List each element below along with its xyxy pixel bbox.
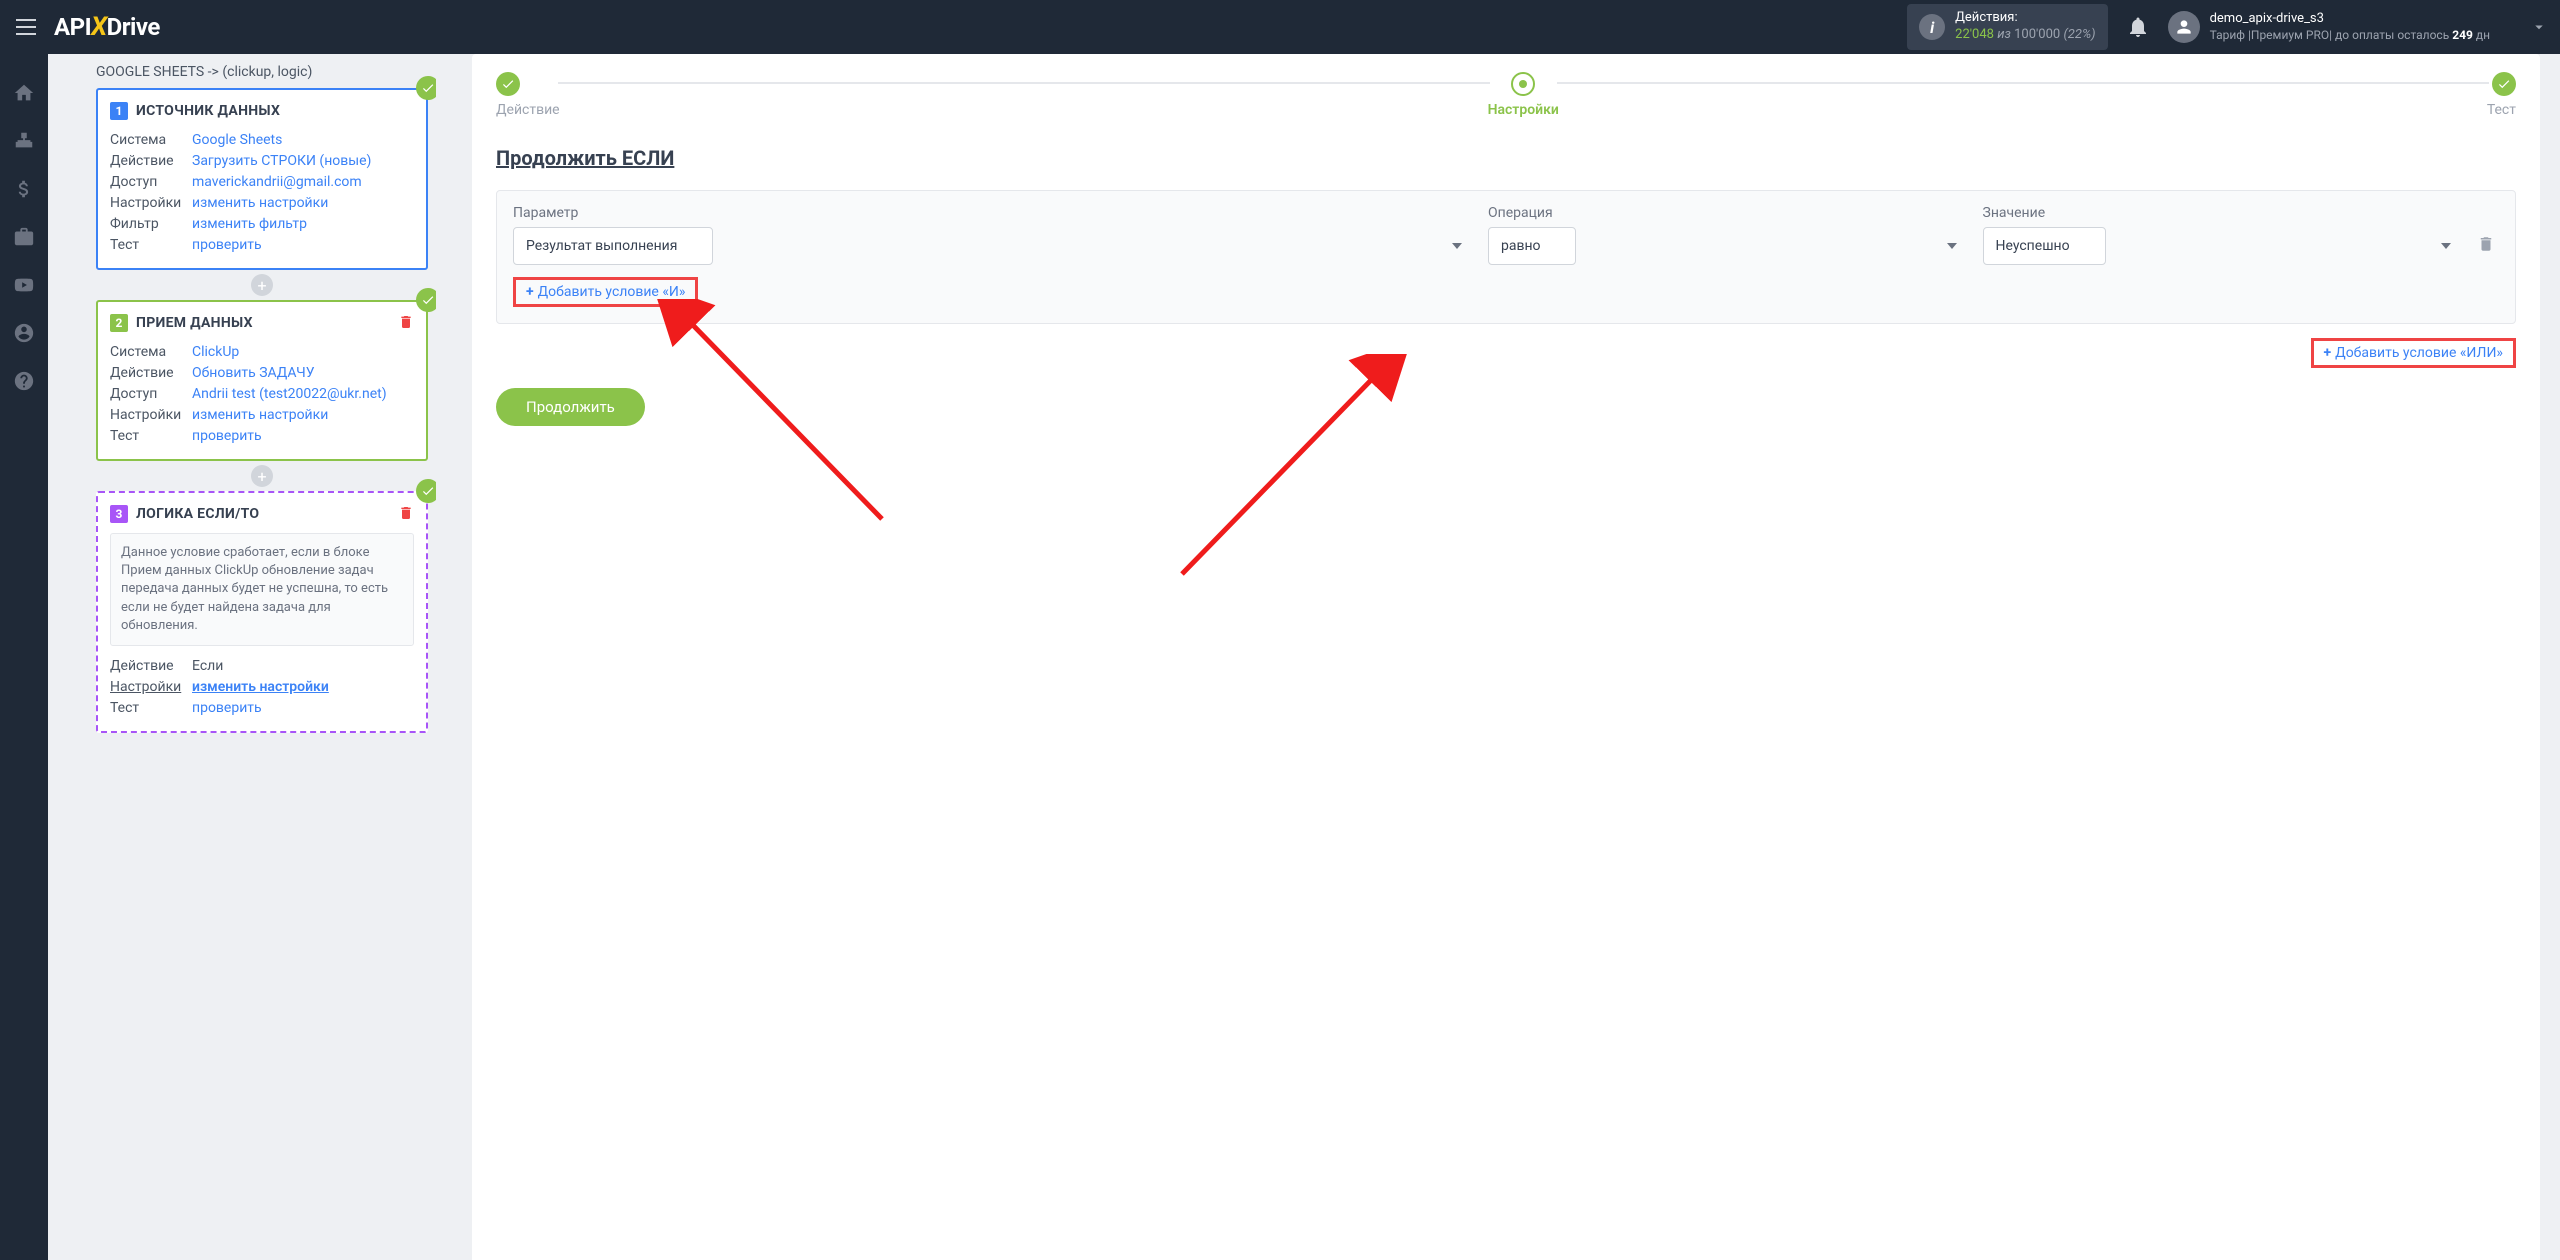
- condition-group: Параметр Результат выполнения Операция р…: [496, 190, 2516, 324]
- source-filter[interactable]: изменить фильтр: [192, 214, 307, 235]
- logic-block[interactable]: 3 ЛОГИКА ЕСЛИ/ТО Данное условие сработает…: [96, 491, 428, 733]
- usage-used: 22'048: [1955, 27, 1994, 42]
- sitemap-icon[interactable]: [13, 130, 35, 152]
- step-done-icon[interactable]: [496, 72, 520, 96]
- annotation-arrow: [632, 299, 892, 529]
- user-name: demo_apix-drive_s3: [2210, 11, 2490, 28]
- dest-action[interactable]: Обновить ЗАДАЧУ: [192, 363, 315, 384]
- step-label: Действие: [496, 102, 560, 118]
- block-num: 1: [110, 102, 128, 120]
- block-num: 3: [110, 505, 128, 523]
- logic-test[interactable]: проверить: [192, 698, 262, 719]
- val-select[interactable]: Неуспешно: [1983, 227, 2106, 265]
- avatar-icon: [2168, 11, 2200, 43]
- usage-total: 100'000: [2014, 27, 2060, 42]
- trash-icon[interactable]: [2477, 235, 2495, 253]
- val-label: Значение: [1983, 205, 2464, 221]
- chevron-down-icon: [2530, 18, 2548, 36]
- source-settings[interactable]: изменить настройки: [192, 193, 328, 214]
- stepper: Действие Настройки Тест: [496, 72, 2516, 118]
- check-badge: [416, 288, 436, 312]
- dest-block[interactable]: 2ПРИЕМ ДАННЫХ СистемаClickUp ДействиеОбн…: [96, 300, 428, 461]
- logic-action: Если: [192, 656, 223, 677]
- plus-icon: +: [526, 284, 534, 300]
- flow-title: GOOGLE SHEETS -> (clickup, logic): [48, 64, 436, 88]
- step-active-icon[interactable]: [1511, 72, 1535, 96]
- icon-sidebar: [0, 54, 48, 1260]
- dollar-icon[interactable]: [13, 178, 35, 200]
- dest-system[interactable]: ClickUp: [192, 342, 239, 363]
- usage-label: Действия:: [1955, 10, 2095, 27]
- dest-settings[interactable]: изменить настройки: [192, 405, 328, 426]
- check-badge: [416, 479, 436, 503]
- dest-access[interactable]: Andrii test (test20022@ukr.net): [192, 384, 387, 405]
- user-plan: Тариф |Премиум PRO| до оплаты осталось 2…: [2210, 28, 2490, 44]
- info-icon: i: [1919, 14, 1945, 40]
- plus-icon: +: [2324, 345, 2332, 361]
- home-icon[interactable]: [13, 82, 35, 104]
- usage-pct: (22%): [2063, 27, 2095, 42]
- logo-api: API: [54, 13, 91, 41]
- dest-test[interactable]: проверить: [192, 426, 262, 447]
- logic-desc: Данное условие сработает, если в блоке П…: [110, 533, 414, 646]
- step-label: Тест: [2487, 102, 2516, 118]
- source-access[interactable]: maverickandrii@gmail.com: [192, 172, 362, 193]
- logic-settings[interactable]: изменить настройки: [192, 677, 329, 698]
- source-test[interactable]: проверить: [192, 235, 262, 256]
- continue-button[interactable]: Продолжить: [496, 388, 645, 426]
- op-select[interactable]: равно: [1488, 227, 1576, 265]
- flow-panel: GOOGLE SHEETS -> (clickup, logic) 1 ИСТОЧ…: [48, 54, 436, 1260]
- step-label: Настройки: [1488, 102, 1559, 118]
- trash-icon[interactable]: [398, 314, 414, 330]
- param-label: Параметр: [513, 205, 1474, 221]
- block-title: ПРИЕМ ДАННЫХ: [136, 315, 253, 331]
- help-icon[interactable]: [13, 370, 35, 392]
- block-num: 2: [110, 314, 128, 332]
- top-bar: APIXDrive i Действия: 22'048 из 100'000 …: [0, 0, 2560, 54]
- source-action[interactable]: Загрузить СТРОКИ (новые): [192, 151, 371, 172]
- block-title: ИСТОЧНИК ДАННЫХ: [136, 103, 280, 119]
- param-select[interactable]: Результат выполнения: [513, 227, 713, 265]
- trash-icon[interactable]: [398, 505, 414, 521]
- usage-sep: из: [1997, 27, 2011, 42]
- logo-x: X: [91, 12, 107, 42]
- step-done-icon[interactable]: [2492, 72, 2516, 96]
- user-menu[interactable]: demo_apix-drive_s3 Тариф |Премиум PRO| д…: [2168, 11, 2548, 43]
- hamburger-icon[interactable]: [12, 13, 40, 41]
- logo-drive: Drive: [107, 13, 160, 41]
- add-and-button[interactable]: +Добавить условие «И»: [513, 277, 698, 307]
- source-system[interactable]: Google Sheets: [192, 130, 282, 151]
- op-label: Операция: [1488, 205, 1969, 221]
- add-block-button[interactable]: +: [251, 465, 273, 487]
- block-title: ЛОГИКА ЕСЛИ/ТО: [136, 506, 259, 522]
- youtube-icon[interactable]: [13, 274, 35, 296]
- add-or-button[interactable]: +Добавить условие «ИЛИ»: [2311, 338, 2516, 368]
- user-icon[interactable]: [13, 322, 35, 344]
- check-badge: [416, 76, 436, 100]
- usage-box[interactable]: i Действия: 22'048 из 100'000 (22%): [1907, 4, 2107, 50]
- bell-icon[interactable]: [2126, 15, 2150, 39]
- section-title: Продолжить ЕСЛИ: [496, 146, 2516, 170]
- logo[interactable]: APIXDrive: [54, 12, 160, 42]
- source-block[interactable]: 1ИСТОЧНИК ДАННЫХ СистемаGoogle Sheets Де…: [96, 88, 428, 270]
- briefcase-icon[interactable]: [13, 226, 35, 248]
- annotation-arrow: [1152, 354, 1412, 584]
- editor-panel: Действие Настройки Тест Продолжить ЕСЛИ …: [472, 54, 2540, 1260]
- add-block-button[interactable]: +: [251, 274, 273, 296]
